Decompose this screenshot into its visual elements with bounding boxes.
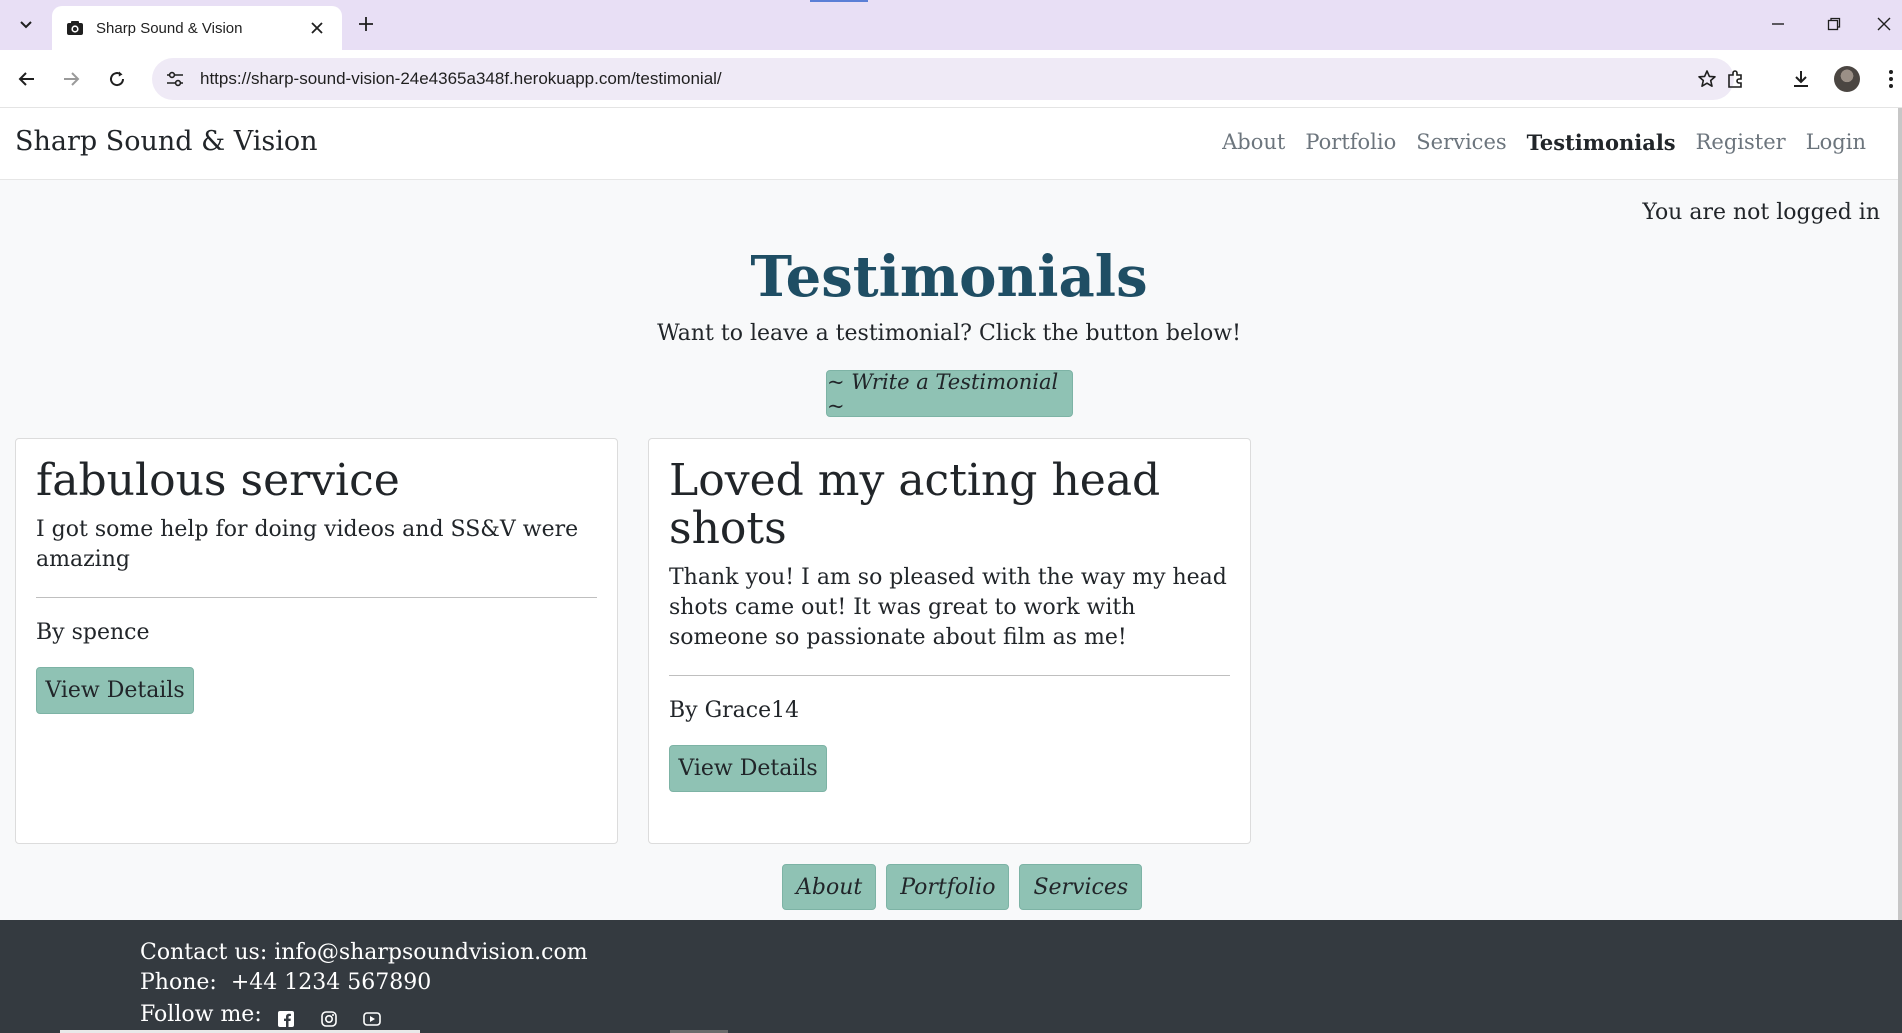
page-scrollbar[interactable] <box>1898 108 1902 920</box>
site-brand[interactable]: Sharp Sound & Vision <box>15 126 318 157</box>
youtube-icon[interactable] <box>363 1010 381 1028</box>
site-navbar: Sharp Sound & Vision About Portfolio Ser… <box>0 108 1898 180</box>
site-settings-icon[interactable] <box>154 58 196 100</box>
view-details-button[interactable]: View Details <box>36 667 194 714</box>
nav-link-portfolio[interactable]: Portfolio <box>1305 130 1396 155</box>
page-subtitle: Want to leave a testimonial? Click the b… <box>657 321 1241 346</box>
tab-search-button[interactable] <box>10 8 42 40</box>
tab-loading-indicator <box>810 0 868 2</box>
nav-links: About Portfolio Services Testimonials Re… <box>1202 130 1866 155</box>
footer-services-button[interactable]: Services <box>1019 864 1143 910</box>
footer-phone: Phone: +44 1234 567890 <box>140 970 431 995</box>
profile-avatar[interactable] <box>1834 66 1860 92</box>
testimonial-card: fabulous service I got some help for doi… <box>15 438 618 844</box>
testimonial-text: Thank you! I am so pleased with the way … <box>669 565 1227 650</box>
more-menu-icon[interactable] <box>1874 62 1902 96</box>
chevron-down-icon <box>20 21 32 29</box>
footer-contact: Contact us: info@sharpsoundvision.com <box>140 940 588 965</box>
address-url[interactable]: https://sharp-sound-vision-24e4365a348f.… <box>196 69 1686 89</box>
nav-link-login[interactable]: Login <box>1806 130 1866 155</box>
write-testimonial-button[interactable]: ~ Write a Testimonial ~ <box>826 370 1073 418</box>
login-status: You are not logged in <box>1642 200 1880 225</box>
testimonial-title: Loved my acting head shots <box>669 455 1161 554</box>
nav-link-about[interactable]: About <box>1222 130 1285 155</box>
address-bar[interactable]: https://sharp-sound-vision-24e4365a348f.… <box>152 58 1734 100</box>
restore-icon[interactable] <box>1814 8 1854 40</box>
back-icon[interactable] <box>10 62 44 96</box>
follow-label: Follow me: <box>140 1002 262 1027</box>
new-tab-icon[interactable] <box>352 10 380 38</box>
tab-title: Sharp Sound & Vision <box>96 19 243 37</box>
browser-tab-strip: Sharp Sound & Vision <box>0 0 1902 50</box>
testimonial-author: By Grace14 <box>669 698 800 723</box>
footer-portfolio-button[interactable]: Portfolio <box>886 864 1010 910</box>
testimonial-author: By spence <box>36 620 150 645</box>
footer-nav-buttons: About Portfolio Services <box>782 864 1152 910</box>
site-footer: Contact us: info@sharpsoundvision.com Ph… <box>0 920 1902 1033</box>
divider <box>669 675 1230 676</box>
view-details-button[interactable]: View Details <box>669 745 827 792</box>
testimonial-card: Loved my acting head shots Thank you! I … <box>648 438 1251 844</box>
close-window-icon[interactable] <box>1864 8 1902 40</box>
testimonial-title: fabulous service <box>36 455 400 506</box>
close-tab-icon[interactable] <box>306 17 328 39</box>
browser-toolbar: https://sharp-sound-vision-24e4365a348f.… <box>0 50 1902 108</box>
facebook-icon[interactable] <box>277 1010 295 1028</box>
phone-label: Phone: <box>140 970 217 995</box>
testimonial-text: I got some help for doing videos and SS&… <box>36 517 579 572</box>
footer-about-button[interactable]: About <box>782 864 877 910</box>
instagram-icon[interactable] <box>320 1010 338 1028</box>
divider <box>36 597 597 598</box>
minimize-icon[interactable] <box>1758 8 1798 40</box>
download-icon[interactable] <box>1784 62 1818 96</box>
footer-follow: Follow me: <box>140 1002 262 1027</box>
browser-tab[interactable]: Sharp Sound & Vision <box>52 6 342 50</box>
camera-icon <box>66 19 84 37</box>
nav-link-register[interactable]: Register <box>1696 130 1786 155</box>
phone-value: +44 1234 567890 <box>230 970 432 995</box>
nav-link-testimonials[interactable]: Testimonials <box>1527 130 1676 155</box>
extensions-icon[interactable] <box>1718 62 1752 96</box>
nav-link-services[interactable]: Services <box>1416 130 1506 155</box>
web-page: Sharp Sound & Vision About Portfolio Ser… <box>0 108 1902 1033</box>
forward-icon[interactable] <box>54 62 88 96</box>
page-title: Testimonials <box>750 244 1148 310</box>
reload-icon[interactable] <box>100 62 134 96</box>
